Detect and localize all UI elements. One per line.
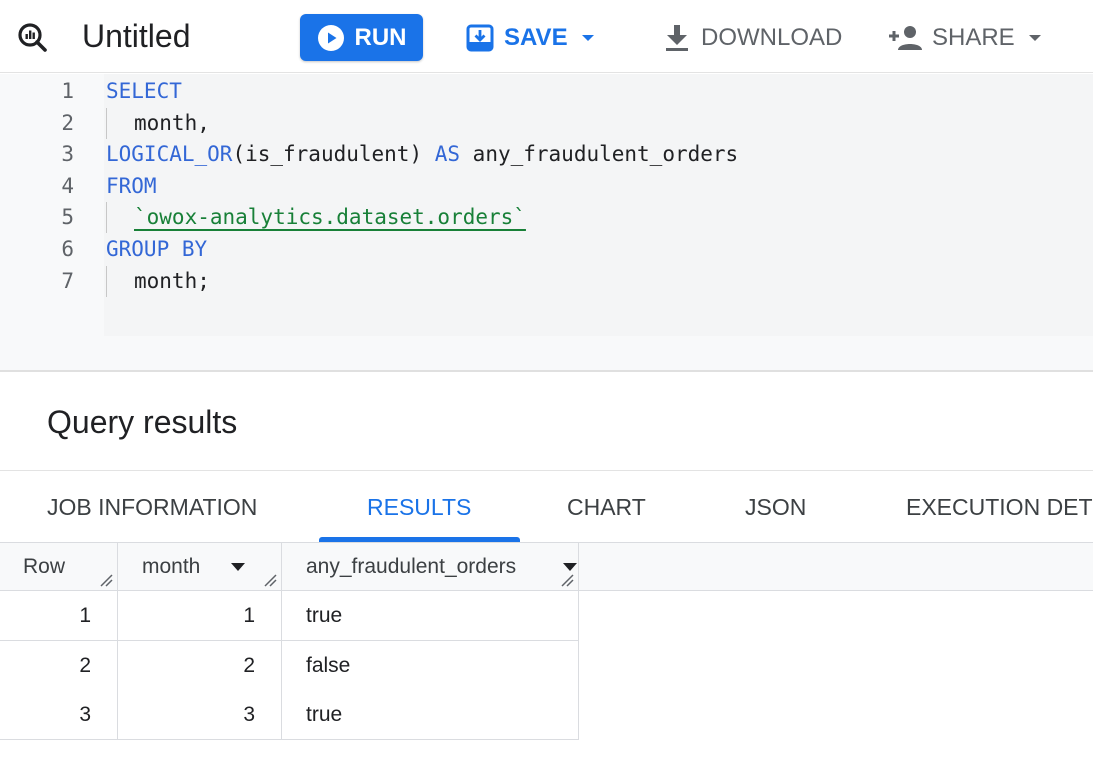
sql-token: month; — [134, 268, 210, 293]
share-button-label: SHARE — [932, 23, 1015, 51]
cell-row-number: 3 — [0, 690, 118, 740]
cell-any-fraudulent-orders: false — [282, 641, 579, 691]
indent-guide — [106, 107, 107, 139]
results-title: Query results — [47, 404, 238, 440]
cell-row-number: 1 — [0, 591, 118, 641]
tab-execution-details[interactable]: EXECUTION DET — [906, 471, 1093, 543]
sql-token: any_fraudulent_orders — [460, 142, 739, 167]
code-line[interactable]: 4 FROM — [0, 171, 1093, 202]
code-text: SELECT — [106, 76, 182, 107]
sql-editor[interactable]: 1 SELECT 2 month, 3 LOGICAL_OR(is_fraudulent)… — [0, 74, 1093, 372]
line-number: 6 — [61, 237, 74, 261]
indent-guide — [106, 265, 107, 297]
run-button[interactable]: RUN — [300, 14, 423, 61]
code-text: GROUP BY — [106, 234, 207, 265]
sql-keyword: GROUP BY — [106, 237, 208, 261]
save-icon — [466, 24, 494, 51]
line-number: 1 — [61, 79, 74, 103]
column-header-any-fraudulent-orders[interactable]: any_fraudulent_orders — [282, 543, 579, 591]
run-button-label: RUN — [354, 23, 407, 51]
sql-table-reference: `owox-analytics.dataset.orders` — [134, 205, 526, 230]
tab-job-information[interactable]: JOB INFORMATION — [47, 471, 257, 543]
editor-toolbar: Untitled RUN SAVE DOWNLOAD SHARE — [0, 0, 1093, 73]
share-button[interactable]: SHARE — [888, 14, 1045, 61]
save-caret-down-icon — [581, 34, 594, 41]
sort-caret-down-icon[interactable] — [563, 563, 577, 571]
download-icon — [666, 24, 688, 51]
code-text: FROM — [106, 171, 157, 202]
line-number: 5 — [61, 205, 74, 230]
code-line[interactable]: 1 SELECT — [0, 76, 1093, 107]
sql-keyword: SELECT — [106, 79, 182, 103]
column-header-label: month — [142, 555, 201, 578]
column-header-label: any_fraudulent_orders — [306, 555, 517, 578]
column-header-month[interactable]: month — [118, 543, 282, 591]
indent-guide — [106, 202, 107, 234]
sql-keyword: LOGICAL_OR — [106, 142, 233, 167]
cell-any-fraudulent-orders: true — [282, 591, 579, 641]
play-circle-icon — [317, 24, 344, 51]
sql-token: (is_fraudulent) — [232, 142, 435, 167]
line-number: 4 — [61, 173, 74, 198]
code-text: month, — [134, 108, 210, 139]
tab-results[interactable]: RESULTS — [367, 471, 471, 543]
results-tab-bar: JOB INFORMATION RESULTS CHART JSON EXECU… — [0, 470, 1093, 543]
tab-json[interactable]: JSON — [745, 471, 806, 543]
column-resize-icon[interactable] — [263, 573, 277, 587]
line-number: 3 — [61, 142, 74, 167]
line-number: 2 — [61, 110, 74, 135]
column-header-label: Row — [23, 555, 66, 578]
save-button-label: SAVE — [504, 23, 568, 51]
column-resize-icon[interactable] — [99, 573, 113, 587]
sort-caret-down-icon[interactable] — [231, 563, 245, 571]
save-button[interactable]: SAVE — [466, 14, 598, 61]
column-header-row[interactable]: Row — [0, 543, 118, 591]
code-text: LOGICAL_OR(is_fraudulent) AS any_fraudul… — [106, 139, 738, 170]
line-number: 7 — [61, 268, 74, 293]
column-resize-icon[interactable] — [560, 573, 574, 587]
code-line[interactable]: 6 GROUP BY — [0, 234, 1093, 265]
download-button[interactable]: DOWNLOAD — [663, 14, 842, 61]
person-add-icon — [889, 25, 922, 50]
share-caret-down-icon — [1028, 34, 1041, 41]
download-button-label: DOWNLOAD — [701, 23, 843, 51]
code-text: `owox-analytics.dataset.orders` — [134, 202, 526, 233]
cell-month: 2 — [118, 641, 282, 691]
code-line[interactable]: 5 `owox-analytics.dataset.orders` — [0, 202, 1093, 234]
code-line[interactable]: 7 month; — [0, 265, 1093, 297]
cell-month: 1 — [118, 591, 282, 641]
query-title[interactable]: Untitled — [82, 16, 191, 56]
cell-row-number: 2 — [0, 641, 118, 691]
query-magnifier-icon[interactable] — [16, 21, 48, 53]
active-tab-indicator — [319, 537, 520, 542]
sql-keyword: AS — [434, 142, 461, 167]
sql-token: month, — [134, 110, 210, 135]
code-text: month; — [134, 266, 210, 297]
cell-any-fraudulent-orders: true — [282, 690, 579, 740]
code-line[interactable]: 2 month, — [0, 107, 1093, 139]
cell-month: 3 — [118, 690, 282, 740]
tab-chart[interactable]: CHART — [567, 471, 646, 543]
sql-keyword: FROM — [106, 173, 157, 198]
code-line[interactable]: 3 LOGICAL_OR(is_fraudulent) AS any_fraudu… — [0, 139, 1093, 170]
